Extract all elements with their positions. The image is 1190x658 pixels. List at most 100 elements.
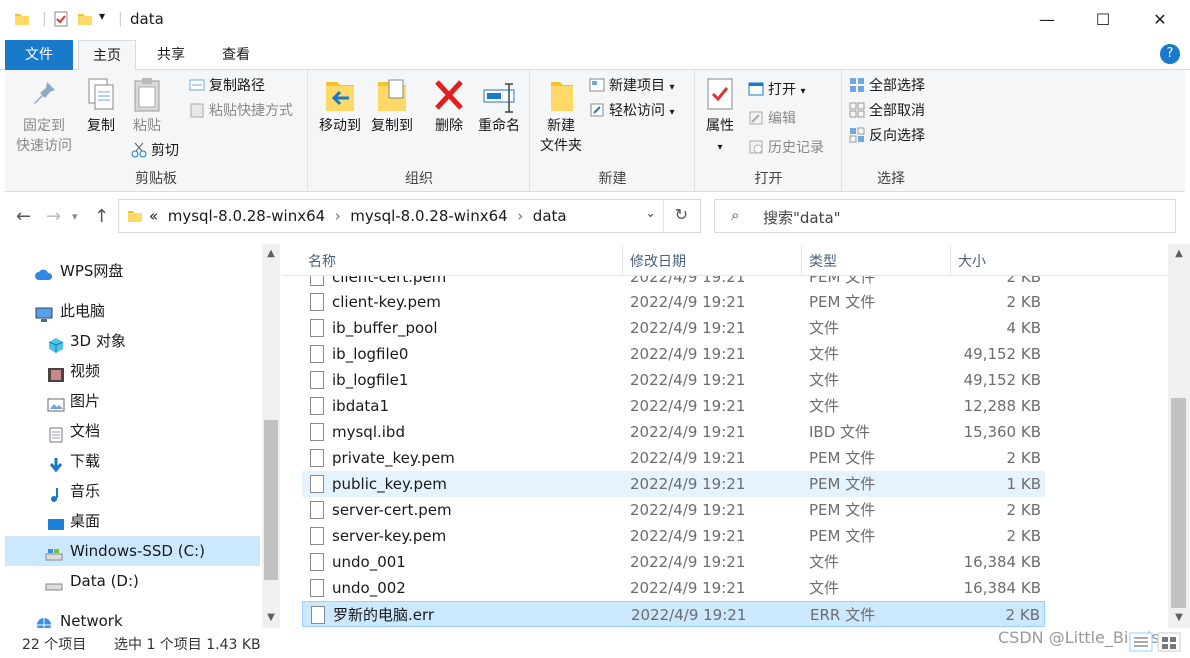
close-button[interactable]: ✕: [1137, 0, 1183, 40]
customize-quick-access-icon[interactable]: ▾: [99, 9, 105, 23]
up-arrow-icon[interactable]: ↑: [94, 206, 109, 227]
breadcrumb-overflow[interactable]: «: [149, 207, 158, 225]
recent-locations-icon[interactable]: ▾: [72, 210, 78, 223]
properties-quick-icon[interactable]: [53, 11, 69, 31]
easy-access-icon: [589, 102, 605, 118]
pin-quick-access-button[interactable]: 固定到 快速访问: [9, 76, 79, 156]
breadcrumb-item[interactable]: mysql-8.0.28-winx64: [350, 207, 507, 225]
table-row[interactable]: server-key.pem 2022/4/9 19:21 PEM 文件 2 K…: [302, 523, 1045, 549]
table-row[interactable]: client-key.pem 2022/4/9 19:21 PEM 文件 2 K…: [302, 289, 1045, 315]
tab-share[interactable]: 共享: [142, 40, 200, 70]
new-folder-quick-icon[interactable]: [77, 11, 93, 31]
file-list-scrollbar[interactable]: ▲ ▼: [1168, 244, 1190, 628]
table-row[interactable]: private_key.pem 2022/4/9 19:21 PEM 文件 2 …: [302, 445, 1045, 471]
nav-label: 音乐: [70, 482, 101, 500]
scroll-down-icon[interactable]: ▼: [1168, 612, 1190, 623]
copy-to-button[interactable]: 复制到: [367, 76, 417, 136]
invert-selection-button[interactable]: 反向选择: [849, 126, 925, 146]
properties-button[interactable]: 属性 ▾: [700, 76, 740, 158]
column-header-date[interactable]: 修改日期: [630, 251, 686, 271]
copy-button[interactable]: 复制: [81, 76, 121, 136]
tab-view[interactable]: 查看: [206, 40, 266, 70]
refresh-icon[interactable]: ↻: [675, 205, 688, 224]
nav-item-3d-objects[interactable]: 3D 对象: [5, 326, 260, 356]
properties-icon: [703, 76, 737, 114]
file-type: IBD 文件: [809, 423, 871, 441]
nav-item-drive-c[interactable]: Windows-SSD (C:): [5, 536, 260, 566]
table-row-selected[interactable]: 罗新的电脑.err 2022/4/9 19:21 ERR 文件 2 KB: [302, 601, 1045, 627]
file-icon: [310, 501, 324, 519]
address-bar[interactable]: « mysql-8.0.28-winx64 › mysql-8.0.28-win…: [118, 199, 701, 233]
nav-item-this-pc[interactable]: 此电脑: [5, 296, 260, 326]
move-to-button[interactable]: 移动到: [315, 76, 365, 136]
select-none-button[interactable]: 全部取消: [849, 101, 925, 121]
scroll-down-icon[interactable]: ▼: [262, 612, 280, 623]
breadcrumb[interactable]: « mysql-8.0.28-winx64 › mysql-8.0.28-win…: [149, 207, 567, 225]
nav-item-desktop[interactable]: 桌面: [5, 506, 260, 536]
table-row[interactable]: ib_logfile1 2022/4/9 19:21 文件 49,152 KB: [302, 367, 1045, 393]
breadcrumb-separator[interactable]: ›: [335, 207, 341, 225]
rename-button[interactable]: 重命名: [473, 76, 525, 136]
address-dropdown-icon[interactable]: ⌄: [645, 206, 656, 221]
breadcrumb-item[interactable]: data: [533, 207, 567, 225]
open-button[interactable]: 打开 ▾: [748, 80, 805, 102]
search-input[interactable]: ⌕ 搜索"data": [714, 199, 1176, 233]
table-row[interactable]: ib_logfile0 2022/4/9 19:21 文件 49,152 KB: [302, 341, 1045, 367]
column-header-size[interactable]: 大小: [958, 251, 986, 271]
column-header-name[interactable]: 名称: [308, 251, 336, 271]
nav-scrollbar[interactable]: ▲ ▼: [262, 244, 280, 628]
nav-item-wps-cloud[interactable]: WPS网盘: [5, 256, 260, 286]
file-size: 2 KB: [1006, 449, 1041, 467]
nav-item-music[interactable]: 音乐: [5, 476, 260, 506]
delete-button[interactable]: 删除: [429, 76, 469, 136]
file-type: 文件: [809, 371, 840, 389]
paste-shortcut-button[interactable]: 粘贴快捷方式: [189, 101, 293, 121]
new-folder-button[interactable]: 新建 文件夹: [533, 76, 589, 156]
nav-item-videos[interactable]: 视频: [5, 356, 260, 386]
table-row[interactable]: ib_buffer_pool 2022/4/9 19:21 文件 4 KB: [302, 315, 1045, 341]
nav-item-pictures[interactable]: 图片: [5, 386, 260, 416]
table-row[interactable]: server-cert.pem 2022/4/9 19:21 PEM 文件 2 …: [302, 497, 1045, 523]
column-divider[interactable]: [622, 244, 623, 276]
maximize-button[interactable]: ☐: [1080, 0, 1126, 40]
back-arrow-icon[interactable]: ←: [16, 206, 31, 227]
tab-home[interactable]: 主页: [78, 40, 136, 71]
cut-button[interactable]: 剪切: [131, 141, 179, 161]
video-icon: [47, 363, 65, 382]
file-list-scroll-thumb[interactable]: [1171, 398, 1186, 608]
file-size: 15,360 KB: [963, 423, 1041, 441]
edit-button[interactable]: 编辑: [748, 109, 796, 129]
nav-item-downloads[interactable]: 下载: [5, 446, 260, 476]
table-row[interactable]: ibdata1 2022/4/9 19:21 文件 12,288 KB: [302, 393, 1045, 419]
minimize-button[interactable]: —: [1024, 0, 1070, 40]
history-button[interactable]: 历史记录: [748, 138, 824, 158]
new-item-button[interactable]: 新建项目 ▾: [589, 76, 674, 98]
file-type: 文件: [809, 397, 840, 415]
window-title: data: [130, 10, 164, 28]
paste-label: 粘贴: [133, 118, 161, 134]
forward-arrow-icon[interactable]: →: [46, 206, 61, 227]
select-all-button[interactable]: 全部选择: [849, 76, 925, 96]
breadcrumb-separator[interactable]: ›: [517, 207, 523, 225]
table-row[interactable]: undo_001 2022/4/9 19:21 文件 16,384 KB: [302, 549, 1045, 575]
table-row[interactable]: mysql.ibd 2022/4/9 19:21 IBD 文件 15,360 K…: [302, 419, 1045, 445]
copy-path-button[interactable]: 复制路径: [189, 76, 265, 96]
table-row[interactable]: undo_002 2022/4/9 19:21 文件 16,384 KB: [302, 575, 1045, 601]
column-divider[interactable]: [950, 244, 951, 276]
nav-item-documents[interactable]: 文档: [5, 416, 260, 446]
column-header-type[interactable]: 类型: [809, 251, 837, 271]
pictures-icon: [47, 393, 65, 412]
column-divider[interactable]: [801, 244, 802, 276]
new-folder-label-1: 新建: [547, 118, 575, 134]
help-button[interactable]: ?: [1160, 44, 1180, 64]
scroll-up-icon[interactable]: ▲: [262, 248, 280, 259]
paste-button[interactable]: 粘贴: [127, 76, 167, 136]
table-row-hovered[interactable]: public_key.pem 2022/4/9 19:21 PEM 文件 1 K…: [302, 471, 1045, 497]
file-icon: [310, 397, 324, 415]
breadcrumb-item[interactable]: mysql-8.0.28-winx64: [168, 207, 325, 225]
nav-item-drive-d[interactable]: Data (D:): [5, 566, 260, 596]
tab-file[interactable]: 文件: [5, 40, 73, 70]
nav-scroll-thumb[interactable]: [264, 420, 278, 580]
easy-access-button[interactable]: 轻松访问 ▾: [589, 101, 674, 123]
scroll-up-icon[interactable]: ▲: [1168, 248, 1190, 259]
